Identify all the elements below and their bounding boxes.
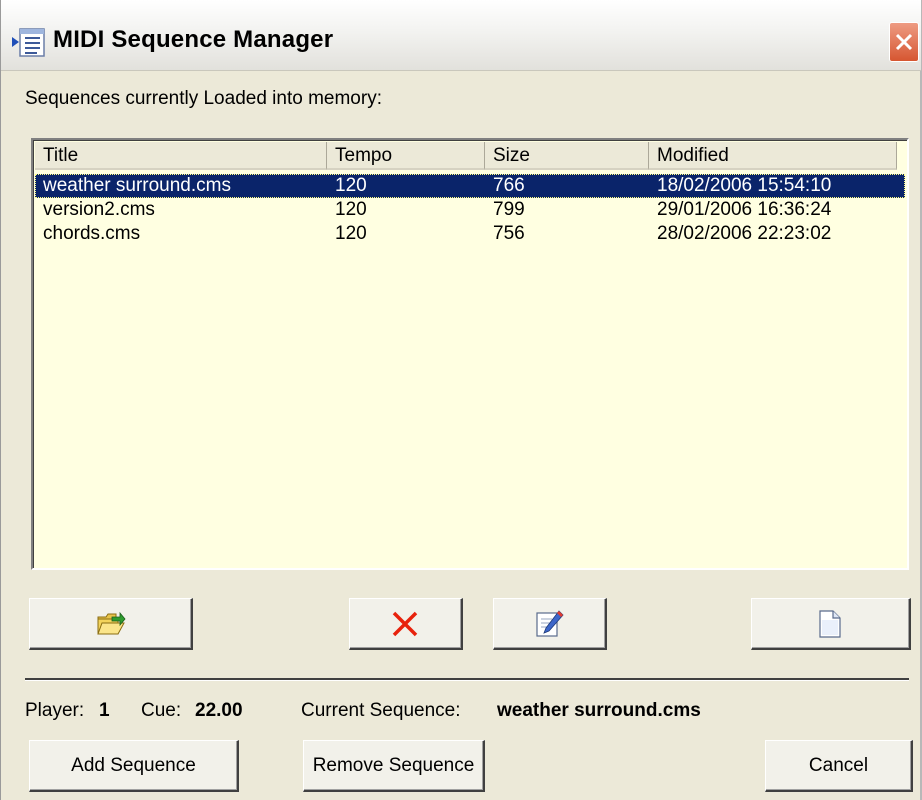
table-row[interactable]: chords.cms 120 756 28/02/2006 22:23:02 [35, 222, 905, 246]
delete-sequence-button[interactable] [349, 598, 463, 650]
edit-sequence-button[interactable] [493, 598, 607, 650]
cancel-button[interactable]: Cancel [765, 740, 913, 792]
cue-value-wrap: 22.00 [195, 700, 243, 722]
new-document-icon [819, 610, 841, 638]
row-tempo: 120 [335, 175, 367, 196]
row-title: version2.cms [43, 199, 155, 220]
list-document-icon [11, 28, 47, 58]
column-header-tempo[interactable]: Tempo [327, 142, 485, 170]
delete-x-icon [392, 611, 418, 637]
title-bar[interactable]: MIDI Sequence Manager [1, 0, 921, 71]
row-size: 756 [493, 223, 525, 244]
remove-sequence-button[interactable]: Remove Sequence [303, 740, 485, 792]
column-header-size[interactable]: Size [485, 142, 649, 170]
add-sequence-button[interactable]: Add Sequence [29, 740, 239, 792]
player-value-wrap: 1 [99, 700, 110, 722]
row-tempo: 120 [335, 223, 367, 244]
player-value: 1 [99, 700, 110, 721]
row-tempo: 120 [335, 199, 367, 220]
row-modified: 18/02/2006 15:54:10 [657, 175, 832, 196]
row-modified: 29/01/2006 16:36:24 [657, 199, 832, 220]
row-size: 799 [493, 199, 525, 220]
table-row[interactable]: version2.cms 120 799 29/01/2006 16:36:24 [35, 198, 905, 222]
open-folder-icon [97, 611, 126, 635]
open-sequence-button[interactable] [29, 598, 193, 650]
row-modified: 28/02/2006 22:23:02 [657, 223, 832, 244]
sequences-list-label: Sequences currently Loaded into memory: [25, 88, 382, 109]
edit-pencil-icon [536, 610, 564, 637]
row-title: chords.cms [43, 223, 141, 244]
sequence-list-view[interactable]: Title Tempo Size Modified weather surrou… [31, 138, 909, 570]
row-title: weather surround.cms [43, 175, 231, 196]
current-sequence-value: weather surround.cms [497, 700, 701, 721]
window-title: MIDI Sequence Manager [53, 26, 334, 53]
column-header-title[interactable]: Title [35, 142, 327, 170]
close-icon [895, 33, 913, 51]
current-sequence-label: Current Sequence: [301, 700, 461, 721]
cue-value: 22.00 [195, 700, 243, 721]
close-button[interactable] [889, 22, 919, 62]
row-size: 766 [493, 175, 525, 196]
column-header-modified[interactable]: Modified [649, 142, 897, 170]
midi-sequence-manager-window: MIDI Sequence Manager Sequences currentl… [0, 0, 922, 800]
divider [25, 678, 909, 681]
table-row[interactable]: weather surround.cms 120 766 18/02/2006 … [35, 174, 905, 198]
cue-label: Cue: [141, 700, 182, 721]
current-sequence-value-wrap: weather surround.cms [497, 700, 701, 722]
list-header: Title Tempo Size Modified [35, 142, 905, 172]
new-sequence-button[interactable] [751, 598, 911, 650]
player-label: Player: [25, 700, 85, 721]
